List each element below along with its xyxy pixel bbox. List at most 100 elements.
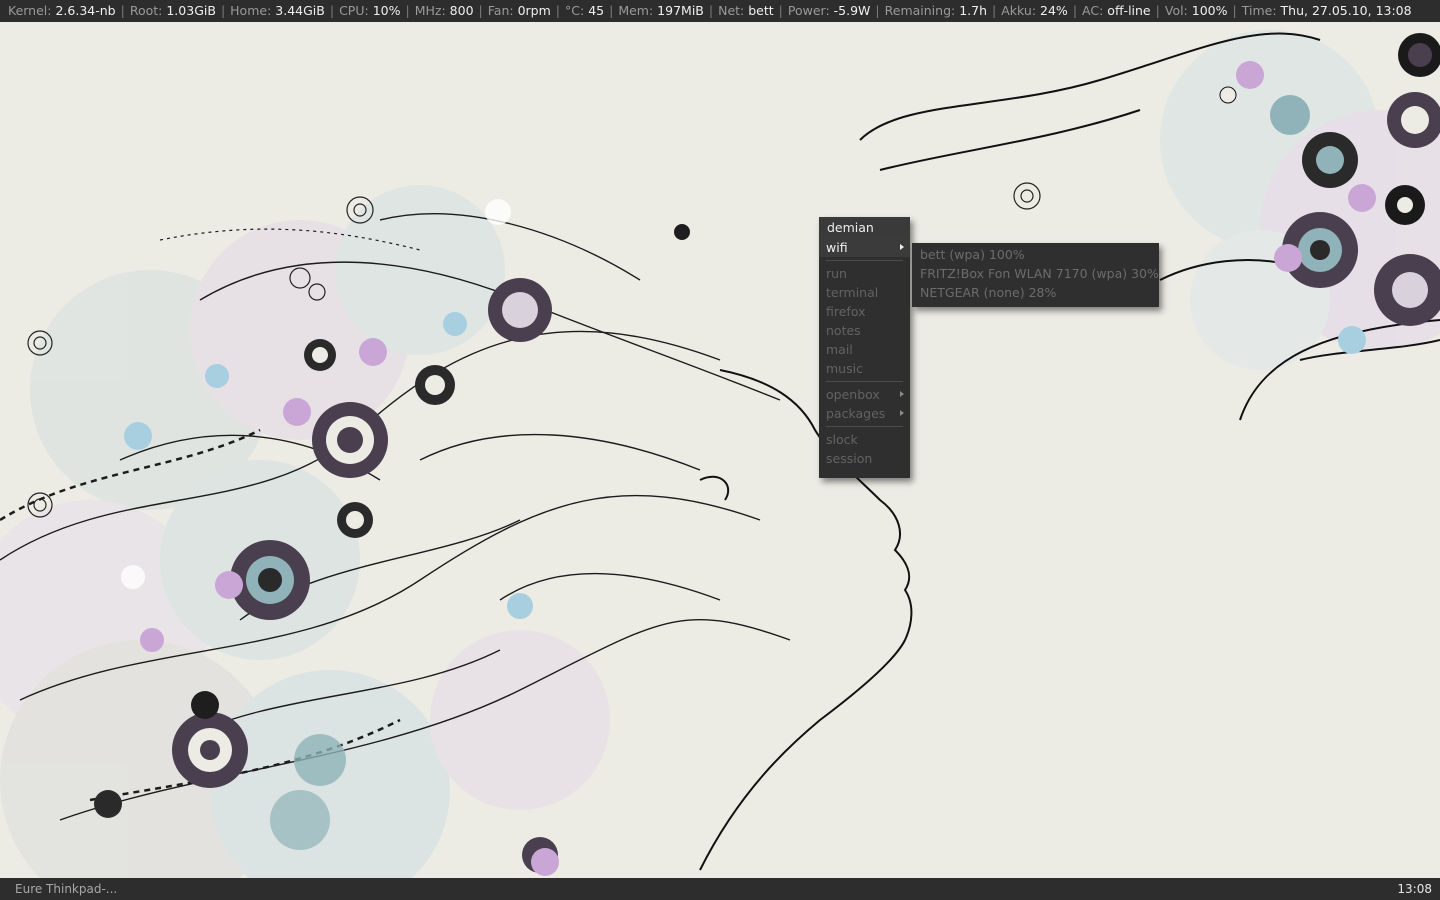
status-item-power: Power: -5.9W [788,0,871,22]
status-value: 10% [372,3,401,18]
menu-separator [826,260,903,261]
status-item-c: °C: 45 [565,0,604,22]
menu-separator [826,426,903,427]
status-separator: | [1232,3,1237,18]
status-label: °C: [565,3,585,18]
menu-item-run[interactable]: run [819,264,910,283]
status-item-mem: Mem: 197MiB [618,0,704,22]
status-label: Kernel: [8,3,52,18]
status-value: 800 [449,3,474,18]
status-separator: | [1155,3,1160,18]
status-separator: | [405,3,410,18]
status-value: 2.6.34-nb [55,3,116,18]
status-item-ac: AC: off-line [1082,0,1151,22]
taskbar-clock: 13:08 [1397,882,1432,896]
status-item-remaining: Remaining: 1.7h [885,0,987,22]
status-label: Akku: [1001,3,1037,18]
menu-item-label: openbox [826,387,880,402]
status-separator: | [778,3,783,18]
status-label: Time: [1241,3,1277,18]
menu-item-firefox[interactable]: firefox [819,302,910,321]
status-separator: | [609,3,614,18]
bottom-taskbar: Eure Thinkpad-... 13:08 [0,878,1440,900]
menu-item-mail[interactable]: mail [819,340,910,359]
status-value: 100% [1191,3,1228,18]
status-value: 0rpm [517,3,551,18]
status-label: Mem: [618,3,654,18]
top-status-bar: Kernel: 2.6.34-nb | Root: 1.03GiB | Home: 3.… [0,0,1440,22]
menu-item-slock[interactable]: slock [819,430,910,449]
status-item-akku: Akku: 24% [1001,0,1068,22]
menu-item-label: session [826,451,873,466]
wifi-network-item[interactable]: NETGEAR (none) 28% [912,283,1159,302]
status-label: Remaining: [884,3,956,18]
status-value: Thu, 27.05.10, 13:08 [1280,3,1412,18]
status-value: -5.9W [833,3,871,18]
root-menu-items: wifi run terminal firefox notes mail music open… [819,238,910,468]
menu-item-label: mail [826,342,853,357]
status-label: AC: [1082,3,1104,18]
status-item-mhz: MHz: 800 [415,0,474,22]
desktop-wallpaper [0,0,1440,900]
menu-item-label: slock [826,432,858,447]
status-value: 24% [1040,3,1068,18]
menu-title: demian [819,217,910,238]
status-label: Vol: [1164,3,1188,18]
desktop-root-menu: demian wifi run terminal firefox notes mail mu… [819,217,910,478]
menu-item-packages[interactable]: packages [819,404,910,423]
status-item-cpu: CPU: 10% [339,0,400,22]
wifi-network-item[interactable]: bett (wpa) 100% [912,245,1159,264]
status-value: 197MiB [657,3,704,18]
status-separator: | [555,3,560,18]
status-label: Fan: [487,3,514,18]
menu-item-label: run [826,266,847,281]
menu-separator [826,381,903,382]
wifi-submenu: bett (wpa) 100% FRITZ!Box Fon WLAN 7170 (… [912,243,1159,307]
status-items: Kernel: 2.6.34-nb | Root: 1.03GiB | Home: 3.… [0,0,1440,22]
status-separator: | [875,3,880,18]
status-value: off-line [1107,3,1151,18]
status-label: MHz: [414,3,446,18]
menu-item-notes[interactable]: notes [819,321,910,340]
status-item-time: Time: Thu, 27.05.10, 13:08 [1242,0,1412,22]
taskbar-window-item[interactable]: Eure Thinkpad-... [15,878,117,900]
status-separator: | [120,3,125,18]
status-label: Root: [129,3,163,18]
status-separator: | [1072,3,1078,18]
status-separator: | [992,3,997,18]
menu-item-label: packages [826,406,886,421]
status-label: CPU: [339,3,369,18]
menu-item-label: wifi [826,240,848,255]
status-separator: | [329,3,335,18]
wifi-network-item[interactable]: FRITZ!Box Fon WLAN 7170 (wpa) 30% [912,264,1159,283]
status-item-net: Net: bett [718,0,774,22]
status-value: 1.7h [959,3,988,18]
status-item-kernel: Kernel: 2.6.34-nb [8,0,116,22]
menu-item-openbox[interactable]: openbox [819,385,910,404]
status-value: 45 [588,3,605,18]
submenu-arrow-icon [900,391,904,397]
status-item-root: Root: 1.03GiB [130,0,216,22]
menu-item-wifi[interactable]: wifi [819,238,910,257]
status-value: 3.44GiB [275,3,325,18]
status-label: Power: [787,3,830,18]
menu-item-session[interactable]: session [819,449,910,468]
status-item-home: Home: 3.44GiB [230,0,325,22]
submenu-arrow-icon [900,244,904,250]
menu-item-label: notes [826,323,861,338]
status-separator: | [708,3,714,18]
status-item-vol: Vol: 100% [1165,0,1228,22]
menu-item-terminal[interactable]: terminal [819,283,910,302]
menu-item-label: firefox [826,304,866,319]
submenu-arrow-icon [900,410,904,416]
menu-item-label: terminal [826,285,879,300]
status-value: 1.03GiB [166,3,216,18]
menu-item-music[interactable]: music [819,359,910,378]
status-item-fan: Fan: 0rpm [488,0,551,22]
status-label: Net: [718,3,745,18]
wifi-menu-items: bett (wpa) 100% FRITZ!Box Fon WLAN 7170 (… [912,245,1159,302]
menu-item-label: music [826,361,863,376]
status-value: bett [748,3,774,18]
status-label: Home: [230,3,272,18]
status-separator: | [478,3,483,18]
